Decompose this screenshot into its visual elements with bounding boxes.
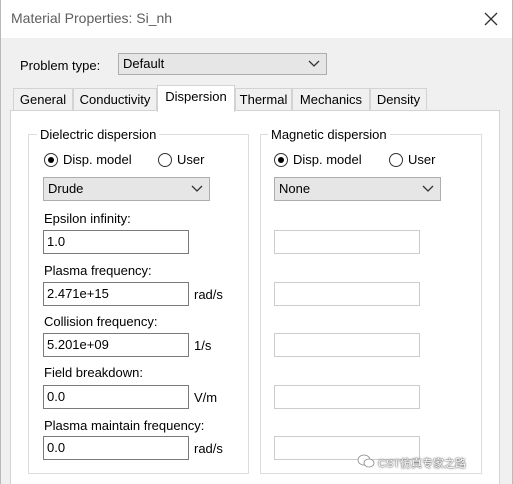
plasma-frequency-unit: rad/s (194, 287, 223, 302)
magnetic-disp-model-radio[interactable] (274, 153, 288, 167)
plasma-frequency-label: Plasma frequency: (44, 263, 152, 278)
magnetic-field-1-input (274, 230, 420, 254)
field-breakdown-unit: V/m (194, 390, 218, 405)
watermark-text: CST仿真专家之路 (378, 458, 466, 470)
magnetic-model-value: None (279, 181, 311, 196)
magnetic-model-select[interactable]: None (274, 177, 441, 201)
plasma-frequency-input[interactable]: 2.471e+15 (43, 282, 189, 306)
window-title: Material Properties: Si_nh (11, 10, 173, 26)
magnetic-user-label: User (408, 152, 436, 167)
plasma-maintain-frequency-label: Plasma maintain frequency: (44, 418, 205, 433)
chevron-down-icon (422, 185, 434, 192)
plasma-maintain-frequency-input[interactable]: 0.0 (43, 436, 189, 460)
magnetic-legend: Magnetic dispersion (268, 127, 390, 142)
dielectric-model-value: Drude (48, 181, 84, 196)
field-breakdown-input[interactable]: 0.0 (43, 385, 189, 409)
dielectric-model-select[interactable]: Drude (43, 177, 210, 201)
material-properties-dialog: Material Properties: Si_nh Problem type:… (0, 0, 513, 484)
epsilon-infinity-input[interactable]: 1.0 (43, 230, 189, 254)
tab-mechanics[interactable]: Mechanics (292, 88, 370, 110)
dielectric-disp-model-radio[interactable] (44, 153, 58, 167)
plasma-maintain-frequency-unit: rad/s (194, 441, 223, 456)
problem-type-select[interactable]: Default (118, 53, 327, 75)
collision-frequency-unit: 1/s (194, 338, 212, 353)
dielectric-user-radio[interactable] (158, 153, 172, 167)
collision-frequency-input[interactable]: 5.201e+09 (43, 333, 189, 357)
chevron-down-icon (191, 185, 203, 192)
dielectric-legend: Dielectric dispersion (37, 127, 160, 142)
magnetic-field-2-input (274, 282, 420, 306)
dielectric-user-label: User (177, 152, 205, 167)
dielectric-disp-model-label: Disp. model (63, 152, 132, 167)
title-bar: Material Properties: Si_nh (1, 0, 512, 38)
problem-type-label: Problem type: (20, 58, 101, 73)
wechat-icon (357, 454, 375, 468)
magnetic-field-4-input (274, 385, 420, 409)
tab-dispersion[interactable]: Dispersion (157, 85, 235, 112)
problem-type-value: Default (123, 56, 165, 71)
tab-thermal[interactable]: Thermal (235, 88, 292, 110)
chevron-down-icon (308, 60, 320, 67)
tab-conductivity[interactable]: Conductivity (73, 88, 157, 110)
field-breakdown-label: Field breakdown: (44, 365, 143, 380)
magnetic-field-3-input (274, 333, 420, 357)
tab-general[interactable]: General (13, 88, 73, 110)
magnetic-user-radio[interactable] (389, 153, 403, 167)
collision-frequency-label: Collision frequency: (44, 314, 158, 329)
tab-density[interactable]: Density (370, 88, 427, 110)
close-icon[interactable] (481, 9, 501, 29)
magnetic-disp-model-label: Disp. model (293, 152, 362, 167)
epsilon-infinity-label: Epsilon infinity: (44, 211, 131, 226)
